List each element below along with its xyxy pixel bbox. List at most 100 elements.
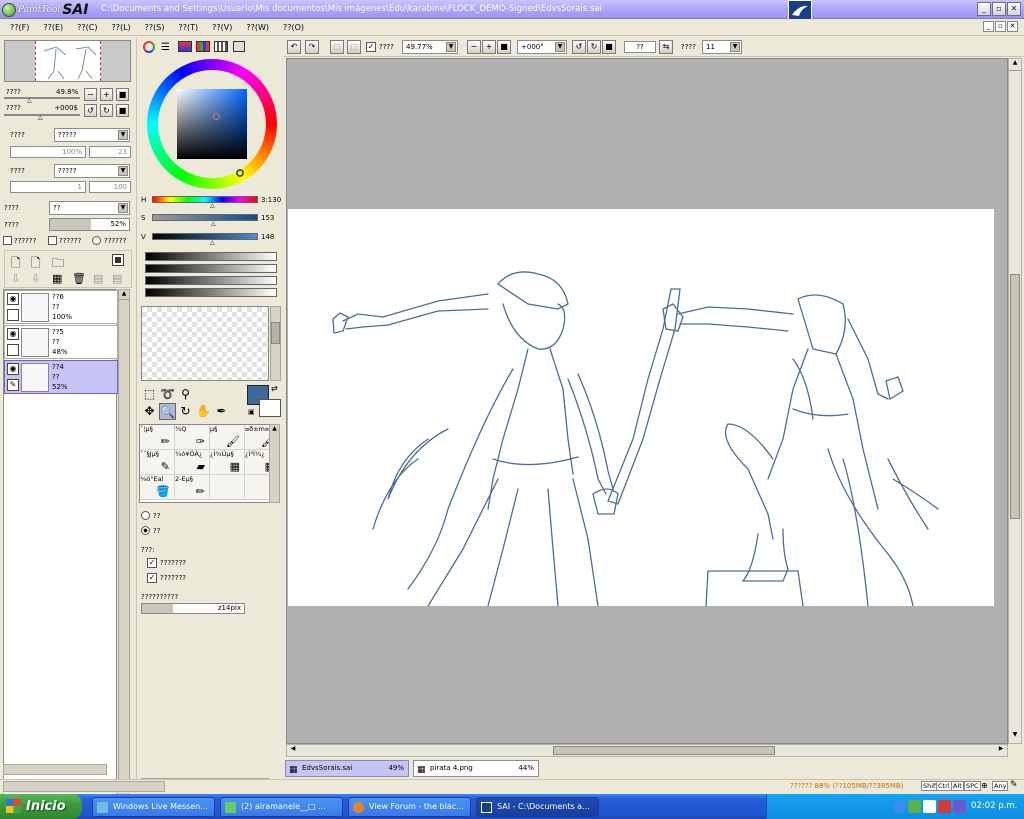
rotate-reset-button[interactable]: ■ [116, 104, 129, 117]
brush-size-slider[interactable]: z14pix [141, 603, 245, 614]
canvas-hscroll-thumb[interactable] [553, 746, 775, 755]
brush-cell-marker[interactable]: ˇ¯§Jµ§ ✎ [140, 450, 175, 475]
opacity-slider[interactable]: 52% [49, 218, 130, 231]
deselect-button[interactable]: ▢ [330, 40, 344, 54]
zoom-out-button[interactable]: − [84, 88, 97, 101]
saturation-slider-thumb[interactable]: △ [211, 220, 216, 227]
saturation-value-square[interactable] [177, 89, 247, 159]
selection-visible-checkbox[interactable]: ✓ [366, 42, 376, 52]
canvas-rotate-right-button[interactable]: ↻ [587, 40, 601, 54]
option-checkbox-2[interactable]: ✓ [147, 573, 157, 583]
mode-combo[interactable]: ????? ▼ [54, 128, 130, 142]
delete-layer-icon[interactable]: 🗑 [72, 272, 86, 285]
merge-all-icon[interactable]: ▤ [112, 272, 122, 285]
scroll-right-icon[interactable]: ▶ [995, 745, 1007, 756]
color-picker-cursor[interactable] [213, 113, 220, 120]
menu-window[interactable]: ??(W) [246, 23, 269, 32]
lock-radio[interactable] [92, 236, 101, 245]
rotate-tool-icon[interactable]: ↻ [177, 403, 194, 420]
doc-close-button[interactable]: ✕ [1007, 21, 1018, 32]
doc-minimize-button[interactable]: _ [983, 21, 994, 32]
brush-cell-select-pen[interactable]: ¿Ì¾Úµ§ ▦ [210, 450, 245, 475]
flip-field[interactable]: ?? [624, 41, 656, 53]
layer-list-scrollbar[interactable]: ▲ [118, 289, 130, 803]
brush-cell-binary-pen[interactable]: 2-Eµ§ ✏ [175, 475, 210, 500]
menu-select[interactable]: ??(S) [145, 23, 165, 32]
saturation-slider[interactable] [152, 214, 258, 221]
value-slider-thumb[interactable]: △ [210, 239, 215, 246]
mode-param-field[interactable]: 23 [89, 146, 131, 158]
color-wheel-mode-icon[interactable] [143, 41, 155, 53]
secondary-color-swatch[interactable] [259, 399, 281, 417]
layer-hscrollbar[interactable] [3, 764, 107, 775]
scratchpad[interactable] [141, 306, 269, 381]
zoom-slider-thumb[interactable]: △ [27, 97, 32, 104]
menu-edit[interactable]: ??(E) [43, 23, 63, 32]
layer-item[interactable]: ◉ ??5 ?? 48% [4, 325, 118, 359]
canvas-zoom-in-button[interactable]: + [482, 40, 496, 54]
menu-view[interactable]: ??(V) [212, 23, 232, 32]
swap-colors-icon[interactable]: ⇄ [271, 384, 278, 393]
brush-cell-brush[interactable]: µ§ 🖌 [210, 425, 245, 450]
rgb-slider-mode-icon[interactable]: ☰ [161, 42, 170, 53]
brush-cell-eraser[interactable]: ¾ó¥ÓÀ¿ ▰ [175, 450, 210, 475]
transfer-down-icon[interactable]: ⇩ [11, 272, 20, 285]
hsv-slider-mode-icon[interactable] [178, 41, 192, 52]
layer-item-selected[interactable]: ◉ ✎ ??4 ?? 52% [4, 360, 118, 394]
stroke-mode-radio-1[interactable] [141, 511, 150, 520]
intermediate-color-icon[interactable] [196, 41, 210, 52]
brush-grid-scrollbar[interactable]: ▲ [269, 424, 280, 503]
menu-layer[interactable]: ??(L) [111, 23, 130, 32]
menu-options[interactable]: ??(O) [283, 23, 304, 32]
blend-mode-combo[interactable]: ?? ▼ [49, 201, 130, 215]
canvas-rotate-left-button[interactable]: ↺ [572, 40, 586, 54]
scratchpad-scrollbar[interactable] [270, 306, 281, 381]
stroke-mode-radio-2[interactable] [141, 526, 150, 535]
flip-horizontal-button[interactable]: ⇆ [659, 40, 673, 54]
tray-arrow-icon[interactable] [893, 800, 906, 813]
rect-select-icon[interactable]: ⬚ [141, 386, 158, 403]
eye-icon[interactable]: ◉ [7, 293, 19, 305]
value-slider[interactable] [152, 233, 258, 240]
maximize-button[interactable]: ▫ [992, 2, 1006, 16]
task-firefox[interactable]: View Forum - the blac... [348, 797, 471, 817]
clip-checkbox[interactable] [3, 236, 12, 245]
transparent-color-icon[interactable]: ▣ [248, 408, 255, 416]
task-sai[interactable]: SAI - C:\Documents a... [476, 797, 599, 817]
hand-icon[interactable]: ✋ [195, 403, 212, 420]
zoom-tool-icon[interactable]: 🔍 [159, 403, 176, 420]
hue-slider[interactable] [152, 196, 258, 203]
color-wheel[interactable] [147, 59, 277, 189]
invert-selection-button[interactable]: ▢ [347, 40, 361, 54]
brush-cell-airbrush[interactable]: ¾Q ✑ [175, 425, 210, 450]
canvas-vscroll-thumb[interactable] [1010, 274, 1020, 519]
brush-cell-pencil[interactable]: ˇ¦µ§ ✏ [140, 425, 175, 450]
task-messenger[interactable]: Windows Live Messen... [92, 797, 215, 817]
layer-lock-checkbox[interactable] [7, 309, 19, 321]
move-icon[interactable]: ✥ [141, 403, 158, 420]
task-chat[interactable]: (2) airamanele__□ ... [220, 797, 343, 817]
zoom-in-button[interactable]: + [100, 88, 113, 101]
mode-strength-field[interactable]: 100% [10, 146, 86, 158]
selection-source-checkbox[interactable] [48, 236, 57, 245]
drawing-canvas[interactable] [288, 209, 994, 607]
undo-button[interactable]: ↶ [287, 40, 301, 54]
doc-tab[interactable]: ▦ pirata 4.png 44% [413, 760, 539, 777]
scratchpad-icon[interactable] [233, 41, 245, 52]
zoom-slider[interactable] [4, 97, 80, 99]
tray-messenger-icon[interactable] [908, 800, 921, 813]
texture-scale-field[interactable]: 1 [10, 181, 86, 193]
canvas-angle-combo[interactable]: +000° ▼ [517, 40, 567, 54]
brush-cell-bucket[interactable]: ¾ó°Eal 🪣 [140, 475, 175, 500]
intermediate-color-bars[interactable] [145, 252, 277, 302]
canvas-hscrollbar[interactable]: ◀ ▶ [286, 744, 1008, 757]
canvas-vscrollbar[interactable]: ▲ ▼ [1008, 58, 1022, 744]
navigator-preview[interactable] [4, 40, 131, 82]
brush-cell-empty[interactable] [210, 475, 245, 500]
eye-icon[interactable]: ◉ [7, 328, 19, 340]
canvas-area[interactable] [286, 58, 1008, 744]
pencil-icon[interactable]: ✎ [7, 379, 19, 391]
tray-app-icon[interactable] [953, 800, 966, 813]
zoom-reset-button[interactable]: ■ [116, 88, 129, 101]
texture-combo[interactable]: ????? ▼ [54, 164, 130, 178]
